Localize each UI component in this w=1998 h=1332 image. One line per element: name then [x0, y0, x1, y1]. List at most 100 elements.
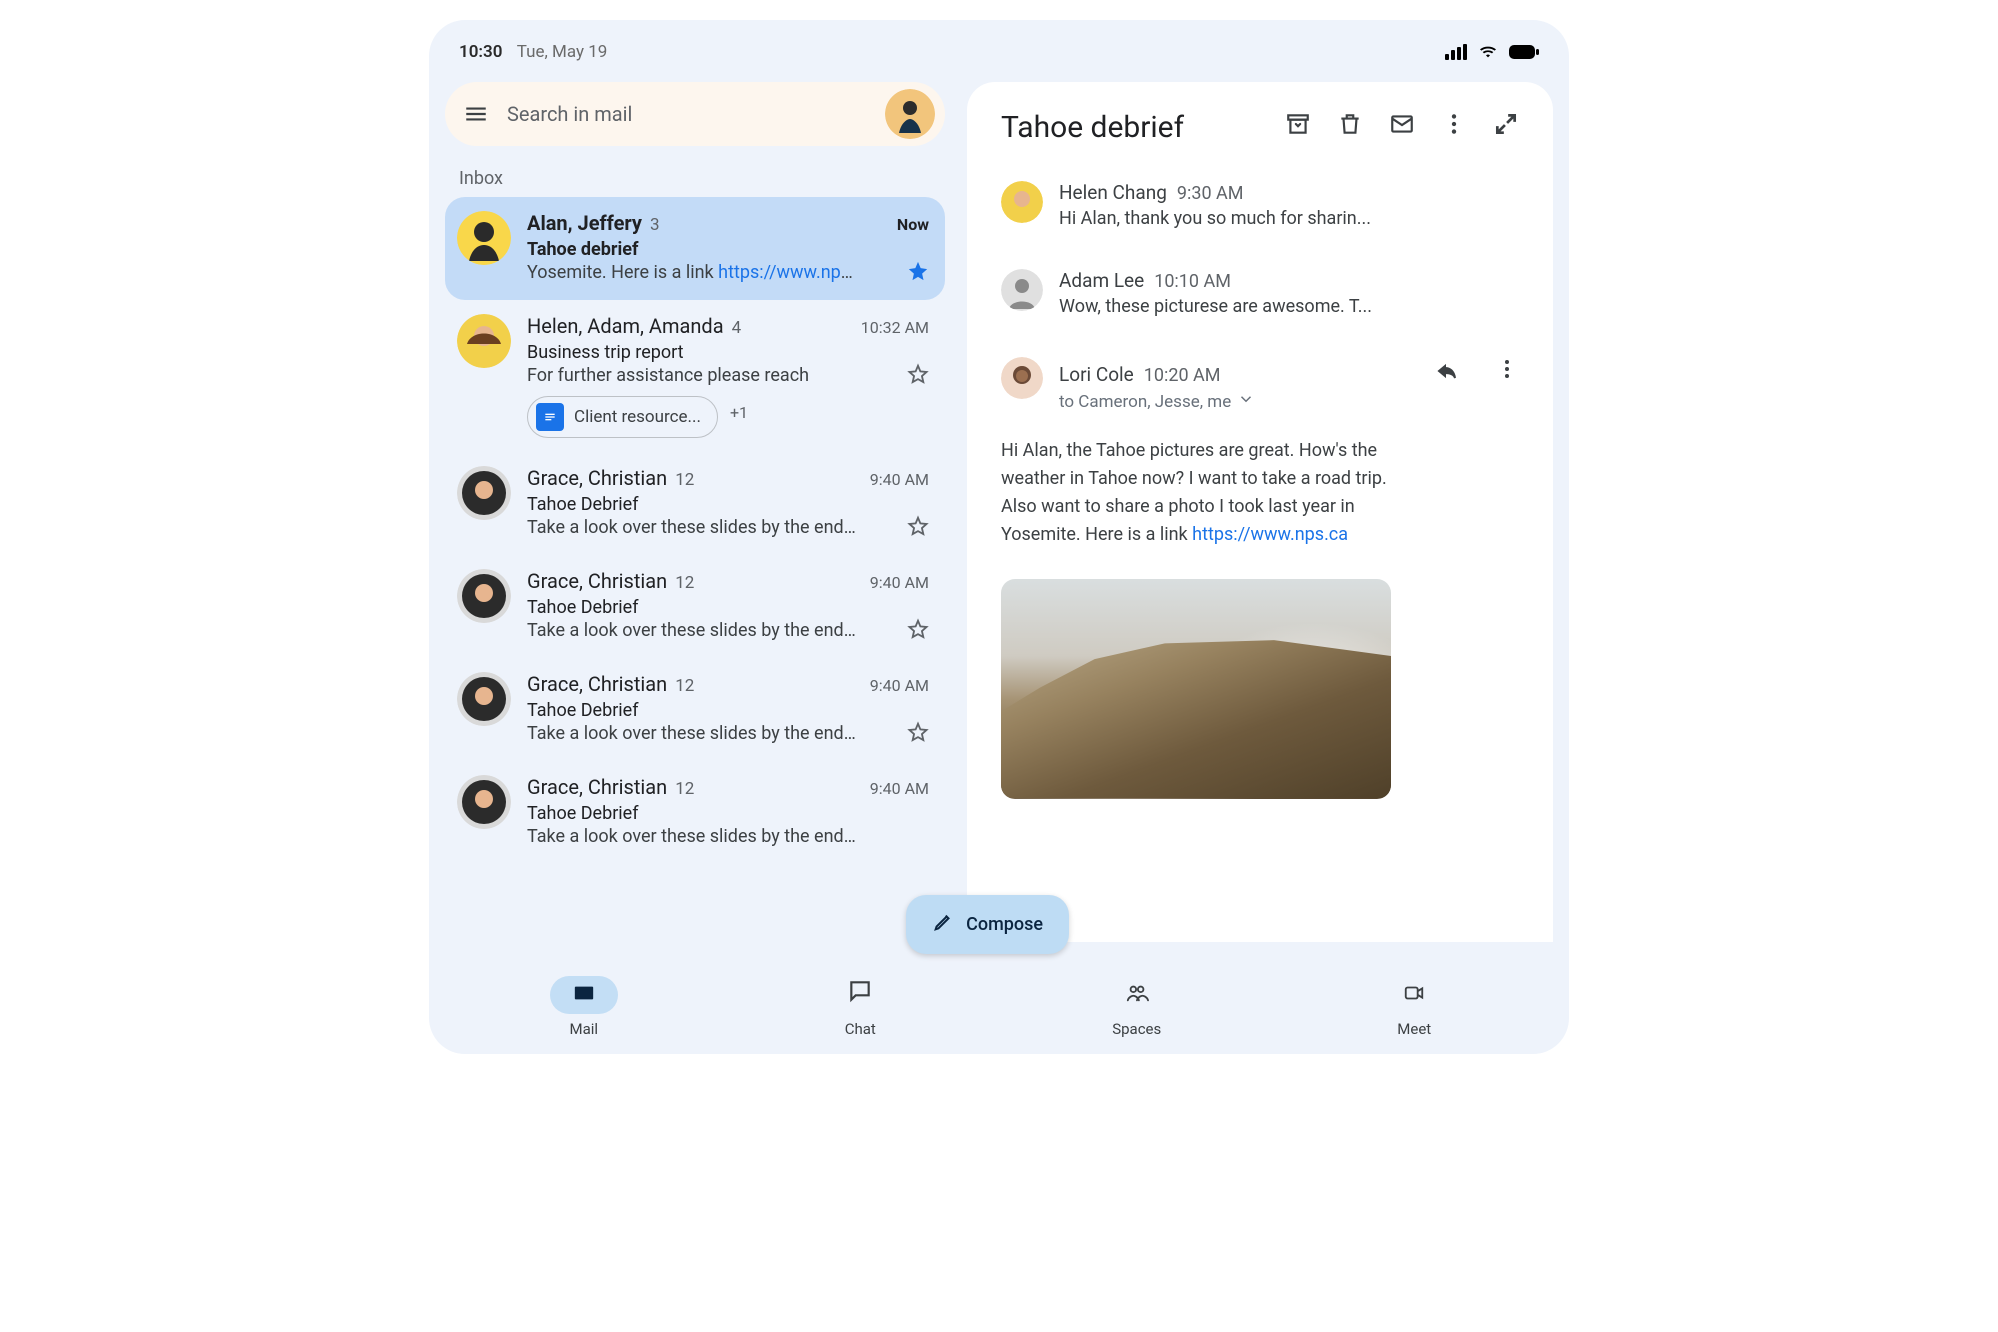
thread-count: 12 — [675, 573, 694, 593]
thread-count: 3 — [650, 215, 660, 235]
thread-senders: Grace, Christian — [527, 672, 667, 696]
wifi-icon — [1477, 44, 1499, 60]
thread-subject: Tahoe debrief — [527, 239, 929, 260]
expand-icon[interactable] — [1493, 110, 1519, 145]
sender-avatar — [1001, 269, 1043, 311]
thread-preview: Take a look over these slides by the end… — [527, 620, 857, 641]
preview-link[interactable]: https://www.nps... — [718, 262, 857, 283]
attachment-chip[interactable]: Client resource... — [527, 396, 718, 438]
thread-subject: Tahoe Debrief — [527, 700, 929, 721]
message-sender: Adam Lee — [1059, 269, 1144, 292]
attachments-more[interactable]: +1 — [730, 403, 748, 422]
thread-count: 12 — [675, 470, 694, 490]
search-placeholder[interactable]: Search in mail — [507, 102, 867, 126]
message-collapsed[interactable]: Helen Chang 9:30 AM Hi Alan, thank you so… — [1001, 181, 1519, 229]
mail-thread[interactable]: Alan, Jeffery 3 Now Tahoe debrief Yosemi… — [445, 197, 945, 300]
star-icon[interactable] — [907, 721, 929, 747]
thread-count: 12 — [675, 779, 694, 799]
thread-senders: Grace, Christian — [527, 569, 667, 593]
sender-avatar — [457, 569, 511, 623]
search-bar[interactable]: Search in mail — [445, 82, 945, 146]
thread-time: 9:40 AM — [870, 779, 929, 798]
nav-label: Meet — [1397, 1020, 1431, 1038]
thread-time: 10:32 AM — [861, 318, 929, 337]
bottom-nav: Mail Chat Spaces Meet — [445, 954, 1553, 1054]
nav-mail[interactable]: Mail — [550, 976, 618, 1038]
thread-senders: Helen, Adam, Amanda — [527, 314, 724, 338]
nav-spaces[interactable]: Spaces — [1103, 976, 1171, 1038]
battery-icon — [1509, 44, 1539, 60]
thread-time: 9:40 AM — [870, 676, 929, 695]
thread-senders: Grace, Christian — [527, 775, 667, 799]
nav-label: Mail — [569, 1020, 598, 1038]
pencil-icon — [932, 911, 954, 938]
thread-preview: For further assistance please reach — [527, 365, 857, 386]
thread-count: 12 — [675, 676, 694, 696]
thread-time: 9:40 AM — [870, 573, 929, 592]
sender-avatar — [457, 211, 511, 265]
trash-icon[interactable] — [1337, 110, 1363, 145]
attachment-label: Client resource... — [574, 407, 701, 427]
sender-avatar — [1001, 181, 1043, 223]
reply-icon[interactable] — [1435, 357, 1459, 386]
mail-thread[interactable]: Grace, Christian129:40 AM Tahoe Debrief … — [445, 761, 945, 847]
status-date: Tue, May 19 — [517, 42, 608, 62]
thread-time: 9:40 AM — [870, 470, 929, 489]
sender-avatar — [457, 672, 511, 726]
thread-count: 4 — [732, 318, 742, 338]
message-time: 9:30 AM — [1177, 183, 1244, 204]
mark-unread-icon[interactable] — [1389, 110, 1415, 145]
mail-thread[interactable]: Helen, Adam, Amanda 4 10:32 AM Business … — [445, 300, 945, 452]
mail-thread[interactable]: Grace, Christian129:40 AM Tahoe Debrief … — [445, 555, 945, 658]
message-collapsed[interactable]: Adam Lee10:10 AM Wow, these picturese ar… — [1001, 269, 1519, 317]
star-icon[interactable] — [907, 515, 929, 541]
star-icon[interactable] — [907, 363, 929, 389]
message-snippet: Hi Alan, thank you so much for sharin... — [1059, 208, 1519, 229]
message-recipients[interactable]: to Cameron, Jesse, me — [1059, 392, 1231, 412]
device-frame: 10:30 Tue, May 19 Search in mail — [429, 20, 1569, 1054]
mail-thread[interactable]: Grace, Christian129:40 AM Tahoe Debrief … — [445, 658, 945, 761]
more-icon[interactable] — [1441, 110, 1467, 145]
menu-icon[interactable] — [463, 101, 489, 127]
message-snippet: Wow, these picturese are awesome. T... — [1059, 296, 1519, 317]
thread-subject: Business trip report — [527, 342, 929, 363]
archive-icon[interactable] — [1285, 110, 1311, 145]
thread-subject: Tahoe Debrief — [527, 494, 929, 515]
sender-avatar — [1001, 357, 1043, 399]
thread-time: Now — [897, 215, 929, 234]
attachment-image[interactable] — [1001, 579, 1391, 799]
section-label: Inbox — [459, 168, 945, 189]
thread-preview: Yosemite. Here is a link https://www.nps… — [527, 262, 857, 283]
compose-label: Compose — [966, 914, 1043, 935]
thread-subject: Tahoe Debrief — [527, 597, 929, 618]
chevron-down-icon[interactable] — [1237, 390, 1255, 413]
status-time: 10:30 — [459, 42, 502, 62]
conversation-pane: Tahoe debrief Helen Chang 9:30 AM Hi Alan… — [967, 82, 1553, 942]
mail-thread[interactable]: Grace, Christian129:40 AM Tahoe Debrief … — [445, 452, 945, 555]
body-link[interactable]: https://www.nps.ca — [1192, 524, 1348, 545]
compose-button[interactable]: Compose — [906, 895, 1069, 954]
message-body: Hi Alan, the Tahoe pictures are great. H… — [1001, 437, 1421, 549]
account-avatar[interactable] — [885, 89, 935, 139]
status-bar: 10:30 Tue, May 19 — [445, 34, 1553, 82]
nav-label: Spaces — [1112, 1020, 1161, 1038]
message-sender: Lori Cole — [1059, 363, 1134, 386]
star-icon[interactable] — [907, 260, 929, 286]
nav-label: Chat — [845, 1020, 876, 1038]
nav-chat[interactable]: Chat — [827, 972, 893, 1038]
sender-avatar — [457, 775, 511, 829]
nav-meet[interactable]: Meet — [1380, 976, 1448, 1038]
conversation-title: Tahoe debrief — [1001, 110, 1285, 145]
thread-senders: Grace, Christian — [527, 466, 667, 490]
thread-preview: Take a look over these slides by the end… — [527, 723, 857, 744]
star-icon[interactable] — [907, 618, 929, 644]
sender-avatar — [457, 466, 511, 520]
message-more-icon[interactable] — [1495, 357, 1519, 386]
message-sender: Helen Chang — [1059, 181, 1167, 204]
status-icons — [1445, 44, 1539, 60]
doc-icon — [536, 403, 564, 431]
mail-list-pane: Search in mail Inbox Alan, Jeffery 3 Now — [445, 82, 945, 942]
sender-avatar — [457, 314, 511, 368]
thread-preview: Take a look over these slides by the end… — [527, 517, 857, 538]
message-time: 10:20 AM — [1144, 365, 1221, 386]
